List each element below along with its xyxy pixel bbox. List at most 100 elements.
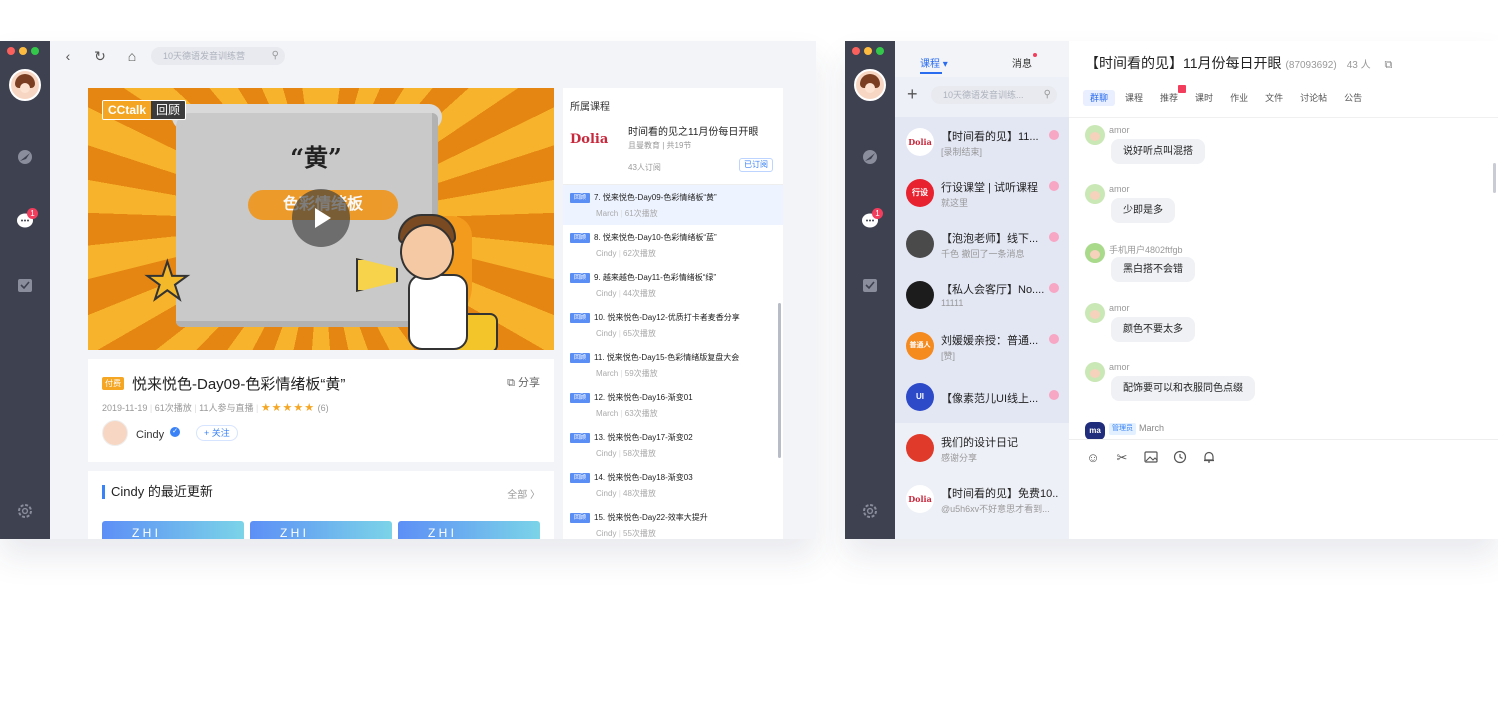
conversation-avatar bbox=[906, 281, 934, 309]
lesson-item[interactable]: 回顾 14. 悦来悦色-Day18-渐变03 Cindy | 48次播放 bbox=[563, 465, 783, 505]
user-avatar[interactable] bbox=[9, 69, 41, 101]
sender-avatar[interactable] bbox=[1085, 303, 1105, 323]
bell-icon[interactable] bbox=[1201, 450, 1217, 466]
tab-discussions[interactable]: 讨论帖 bbox=[1293, 90, 1334, 106]
tab-lessons[interactable]: 课时 bbox=[1188, 90, 1220, 106]
chat-badge: 1 bbox=[27, 208, 38, 219]
conversation-item[interactable]: 普通人 刘媛媛亲授：普通... [赞] bbox=[895, 321, 1069, 372]
clock-icon[interactable] bbox=[1172, 450, 1188, 466]
lesson-plays: 44次播放 bbox=[623, 289, 656, 298]
chat-scrollbar[interactable] bbox=[1493, 163, 1496, 193]
image-icon[interactable] bbox=[1143, 450, 1159, 466]
message-composer[interactable]: ☺ ✂ bbox=[1069, 439, 1498, 539]
conversation-item[interactable]: 【泡泡老师】线下... 千色 撤回了一条消息 bbox=[895, 219, 1069, 270]
lesson-plays: 48次播放 bbox=[623, 489, 656, 498]
course-live-count: 11人参与直播 bbox=[199, 403, 254, 413]
conversation-item[interactable]: 我们的设计日记 感谢分享 bbox=[895, 423, 1069, 474]
back-icon[interactable]: ‹ bbox=[60, 48, 76, 64]
conversation-name: 我们的设计日记 bbox=[941, 437, 1018, 449]
message-bubble: 黑白搭不会错 bbox=[1111, 257, 1195, 282]
maximize-window-button[interactable] bbox=[31, 47, 39, 55]
sender-avatar[interactable] bbox=[1085, 362, 1105, 382]
conversation-name: 【私人会客厅】No.... bbox=[941, 284, 1045, 296]
teacher-avatar[interactable] bbox=[102, 420, 128, 446]
search-input[interactable]: 10天德语发音训练营 ⚲ bbox=[151, 47, 285, 65]
update-thumbnail[interactable]: Z H I bbox=[250, 521, 392, 539]
lesson-plays: 65次播放 bbox=[623, 329, 656, 338]
subscribed-button[interactable]: 已订阅 bbox=[739, 158, 773, 172]
maximize-window-button[interactable] bbox=[876, 47, 884, 55]
gear-icon[interactable] bbox=[861, 502, 879, 520]
tab-courses[interactable]: 课程 bbox=[1118, 90, 1150, 106]
lesson-item[interactable]: 回顾 9. 越来越色-Day11-色彩情绪板“绿” Cindy | 44次播放 bbox=[563, 265, 783, 305]
conversation-search-input[interactable]: 10天德语发音训练... ⚲ bbox=[931, 86, 1057, 104]
lesson-title: 14. 悦来悦色-Day18-渐变03 bbox=[594, 473, 693, 482]
conversation-avatar: 普通人 bbox=[906, 332, 934, 360]
home-icon[interactable]: ⌂ bbox=[124, 48, 140, 64]
lesson-item[interactable]: 回顾 7. 悦来悦色-Day09-色彩情绪板“黄” March | 61次播放 bbox=[563, 185, 783, 225]
play-button[interactable] bbox=[292, 189, 350, 247]
update-thumbnail[interactable]: Z H I bbox=[398, 521, 540, 539]
share-button[interactable]: ⧉ 分享 bbox=[507, 374, 540, 390]
user-avatar[interactable] bbox=[854, 69, 886, 101]
group-id: (87093692) bbox=[1285, 60, 1337, 71]
replay-tag: 回顾 bbox=[570, 513, 590, 523]
minimize-window-button[interactable] bbox=[19, 47, 27, 55]
update-thumbnail[interactable]: Z H I bbox=[102, 521, 244, 539]
emoji-icon[interactable]: ☺ bbox=[1085, 450, 1101, 466]
lesson-item[interactable]: 回顾 8. 悦来悦色-Day10-色彩情绪板“蓝” Cindy | 62次播放 bbox=[563, 225, 783, 265]
lesson-item[interactable]: 回顾 10. 悦来悦色-Day12-优质打卡者麦香分享 Cindy | 65次播放 bbox=[563, 305, 783, 345]
video-player[interactable]: “黄” 色彩情绪板 ★ CCtalk 回顾 bbox=[88, 88, 554, 350]
tab-announcements[interactable]: 公告 bbox=[1337, 90, 1369, 106]
lesson-plays: 62次播放 bbox=[623, 249, 656, 258]
member-count[interactable]: 43 人 bbox=[1347, 60, 1371, 71]
conversation-item[interactable]: UI 【像素范儿UI线上... bbox=[895, 372, 1069, 423]
conversation-item[interactable]: Dolia 【时间看的见】免费10... @u5h6xv不好意思才看到... bbox=[895, 474, 1069, 525]
tab-courses[interactable]: 课程 ▾ bbox=[920, 55, 948, 74]
scissors-icon[interactable]: ✂ bbox=[1114, 450, 1130, 466]
lesson-item[interactable]: 回顾 12. 悦来悦色-Day16-渐变01 March | 63次播放 bbox=[563, 385, 783, 425]
conversation-item[interactable]: 行设 行设课堂 | 试听课程 就这里 bbox=[895, 168, 1069, 219]
conversation-preview: 感谢分享 bbox=[941, 453, 978, 463]
lesson-teacher: Cindy bbox=[596, 329, 617, 338]
lesson-item[interactable]: 回顾 13. 悦来悦色-Day17-渐变02 Cindy | 58次播放 bbox=[563, 425, 783, 465]
conversation-item[interactable]: 【私人会客厅】No.... 11111 bbox=[895, 270, 1069, 321]
tab-homework[interactable]: 作业 bbox=[1223, 90, 1255, 106]
tab-recommend[interactable]: 推荐 bbox=[1153, 85, 1187, 106]
calendar-icon[interactable] bbox=[16, 276, 34, 294]
view-all-link[interactable]: 全部 〉 bbox=[507, 486, 540, 501]
sender-avatar[interactable] bbox=[1085, 125, 1105, 145]
refresh-icon[interactable]: ↻ bbox=[92, 48, 108, 64]
tab-files[interactable]: 文件 bbox=[1258, 90, 1290, 106]
lesson-plays: 58次播放 bbox=[623, 449, 656, 458]
rating-stars: ★★★★★ bbox=[260, 402, 316, 414]
conversation-item[interactable]: Dolia 【时间看的见】11... [录制结束] bbox=[895, 117, 1069, 168]
compass-icon[interactable] bbox=[16, 148, 34, 166]
add-icon[interactable]: + bbox=[907, 85, 918, 103]
calendar-icon[interactable] bbox=[861, 276, 879, 294]
teacher-name[interactable]: Cindy bbox=[136, 429, 164, 441]
close-window-button[interactable] bbox=[852, 47, 860, 55]
conversation-preview: [录制结束] bbox=[941, 147, 983, 157]
follow-button[interactable]: + 关注 bbox=[196, 425, 238, 441]
lesson-item[interactable]: 回顾 15. 悦来悦色-Day22-效率大提升 Cindy | 55次播放 bbox=[563, 505, 783, 539]
conversation-avatar bbox=[906, 230, 934, 258]
sender-avatar[interactable]: ma bbox=[1085, 422, 1105, 440]
lesson-item[interactable]: 回顾 11. 悦来悦色-Day15-色彩情绪版复盘大会 March | 59次播放 bbox=[563, 345, 783, 385]
tab-group-chat[interactable]: 群聊 bbox=[1083, 90, 1116, 106]
tab-messages[interactable]: 消息 bbox=[1012, 55, 1032, 70]
panel-scrollbar[interactable] bbox=[778, 303, 781, 458]
panel-course-name[interactable]: 时间看的见之11月份每日开眼 bbox=[628, 123, 758, 138]
gear-icon[interactable] bbox=[16, 502, 34, 520]
compass-icon[interactable] bbox=[861, 148, 879, 166]
close-window-button[interactable] bbox=[7, 47, 15, 55]
sender-avatar[interactable] bbox=[1085, 243, 1105, 263]
sender-avatar[interactable] bbox=[1085, 184, 1105, 204]
external-link-icon[interactable]: ⧉ bbox=[1385, 59, 1393, 71]
minimize-window-button[interactable] bbox=[864, 47, 872, 55]
course-main: “黄” 色彩情绪板 ★ CCtalk 回顾 付费 悦来悦色-Day09-色彩情绪… bbox=[50, 71, 816, 539]
window-controls bbox=[852, 47, 884, 55]
lesson-title: 10. 悦来悦色-Day12-优质打卡者麦香分享 bbox=[594, 313, 740, 322]
conversation-avatar: Dolia bbox=[906, 128, 934, 156]
conversation-name: 【时间看的见】免费10... bbox=[941, 488, 1059, 500]
